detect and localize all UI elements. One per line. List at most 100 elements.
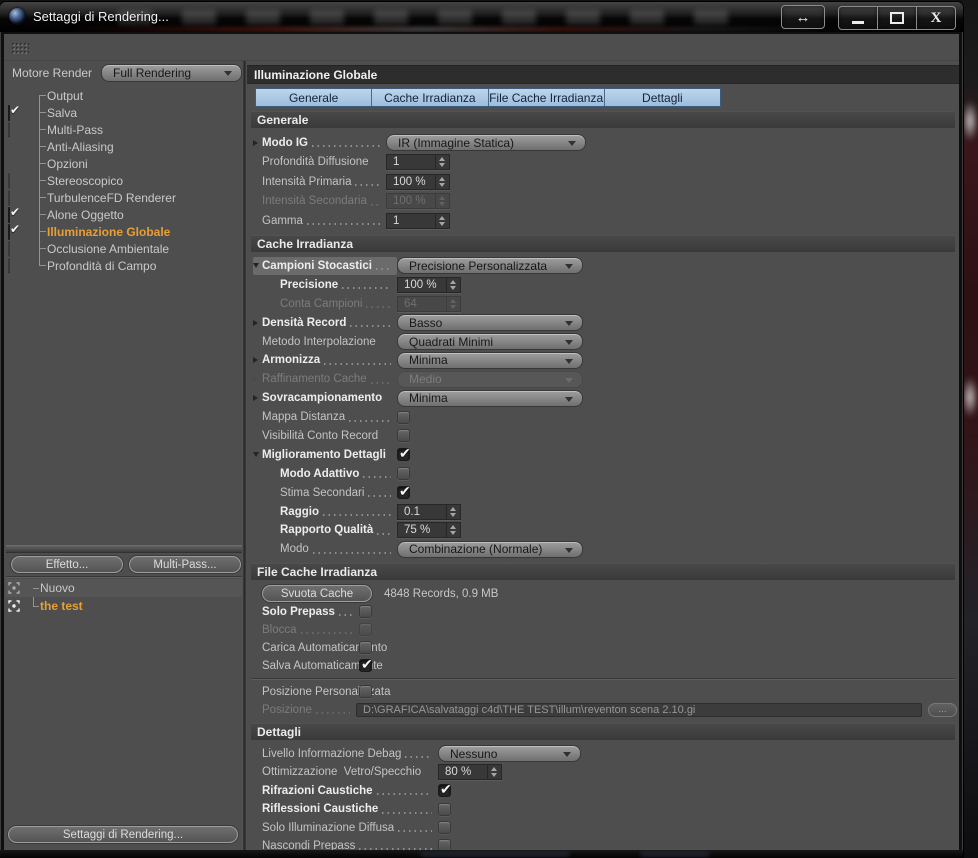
- enable-checkbox[interactable]: [8, 172, 10, 189]
- preset-label: Nuovo: [40, 581, 75, 595]
- spinner-intensit-primaria[interactable]: 100 %: [386, 173, 450, 190]
- attribute-row-visibilit-conto-record: Visibilità Conto Record: [247, 427, 959, 446]
- preset-list: Nuovo the test: [6, 576, 242, 823]
- spinner-arrows-icon[interactable]: [446, 504, 460, 519]
- tree-item-occlusione-ambientale[interactable]: Occlusione Ambientale: [6, 240, 242, 257]
- effect-button[interactable]: Effetto...: [11, 556, 123, 573]
- enable-checkbox[interactable]: [8, 240, 10, 257]
- tree-item-salva[interactable]: Salva: [6, 104, 242, 121]
- checkbox-visibilit-conto-record[interactable]: [397, 429, 410, 443]
- checkbox-posizione-personalizzata[interactable]: [359, 685, 372, 699]
- tree-item-opzioni[interactable]: Opzioni: [6, 155, 242, 172]
- checkbox-slot: [8, 223, 21, 240]
- section-header-cache[interactable]: Cache Irradianza: [251, 234, 955, 252]
- expander-icon[interactable]: [253, 319, 258, 326]
- multipass-button[interactable]: Multi-Pass...: [129, 556, 241, 573]
- checkbox-salva-automaticamente[interactable]: [359, 656, 373, 673]
- preset-item-the-test[interactable]: the test: [6, 597, 242, 615]
- enable-checkbox[interactable]: [8, 223, 10, 240]
- checkbox-slot: [8, 121, 21, 138]
- swap-layout-button[interactable]: ↔: [781, 5, 825, 29]
- checkbox-miglioramento-dettagli[interactable]: [397, 445, 411, 462]
- tab-generale[interactable]: Generale: [256, 89, 372, 106]
- minimize-button[interactable]: [838, 6, 878, 30]
- titlebar[interactable]: Settaggi di Rendering... ↔ X: [0, 2, 963, 32]
- spinner-raggio[interactable]: 0.1: [397, 503, 461, 520]
- spinner-profondit-diffusione[interactable]: 1: [386, 154, 450, 171]
- chevron-down-icon: [565, 358, 573, 364]
- close-button[interactable]: X: [917, 6, 956, 30]
- spinner-arrows-icon[interactable]: [446, 277, 460, 292]
- section-header-dettagli[interactable]: Dettagli: [251, 722, 955, 740]
- tree-item-multi-pass[interactable]: Multi-Pass: [6, 121, 242, 138]
- expander-icon[interactable]: [253, 263, 259, 269]
- dropdown-modo[interactable]: Combinazione (Normale): [397, 540, 583, 558]
- expander-icon[interactable]: [253, 395, 258, 402]
- spinner-arrows-icon[interactable]: [435, 213, 449, 228]
- checkbox-solo-illuminazione-diffusa[interactable]: [438, 821, 451, 834]
- dot-leader: [425, 775, 432, 777]
- spinner-precisione[interactable]: 100 %: [397, 276, 461, 293]
- svuota-cache-button[interactable]: Svuota Cache: [262, 585, 372, 603]
- enable-checkbox[interactable]: [8, 206, 10, 223]
- checkbox-solo-prepass[interactable]: [359, 605, 372, 619]
- section-header-generale[interactable]: Generale: [251, 111, 955, 128]
- tree-branch: [39, 231, 46, 232]
- enable-checkbox[interactable]: [8, 104, 10, 121]
- background-highlight: [962, 100, 978, 142]
- enable-checkbox[interactable]: [8, 121, 10, 138]
- dropdown-campioni-stocastici[interactable]: Precisione Personalizzata: [397, 257, 583, 275]
- dropdown-densit-record[interactable]: Basso: [397, 314, 583, 332]
- tab-cache-irradianza[interactable]: Cache Irradianza: [372, 89, 488, 106]
- section-header-file[interactable]: File Cache Irradianza: [251, 562, 955, 580]
- checkbox-riflessioni-caustiche[interactable]: [438, 802, 451, 816]
- attribute-row-modo-adattivo: Modo Adattivo: [247, 464, 959, 483]
- panel-splitter[interactable]: [6, 545, 242, 553]
- spinner-rapporto-qualit[interactable]: 75 %: [397, 522, 461, 539]
- expander-icon[interactable]: [253, 376, 258, 383]
- tree-item-profondit-di-campo[interactable]: Profondità di Campo: [6, 257, 242, 274]
- tab-dettagli[interactable]: Dettagli: [604, 89, 720, 106]
- chevron-down-icon: [224, 71, 232, 76]
- spinner-gamma[interactable]: 1: [386, 212, 450, 229]
- chevron-down-icon: [565, 396, 573, 402]
- checkbox-rifrazioni-caustiche[interactable]: [438, 781, 452, 798]
- tree-item-illuminazione-globale[interactable]: Illuminazione Globale: [6, 223, 242, 240]
- checkbox-carica-automaticamento[interactable]: [359, 641, 372, 655]
- spinner-arrows-icon[interactable]: [446, 523, 460, 538]
- palette-strip: [4, 34, 959, 61]
- dropdown-metodo-interpolazione[interactable]: Quadrati Minimi: [397, 333, 583, 350]
- checkbox-stima-secondari[interactable]: [397, 483, 411, 500]
- enable-checkbox[interactable]: [8, 189, 10, 206]
- maximize-button[interactable]: [878, 6, 917, 30]
- expander-icon[interactable]: [253, 139, 258, 146]
- field-label: Campioni Stocastici: [262, 259, 372, 272]
- tree-item-output[interactable]: Output: [6, 87, 242, 104]
- tree-item-anti-aliasing[interactable]: Anti-Aliasing: [6, 138, 242, 155]
- dropdown-armonizza[interactable]: Minima: [397, 351, 583, 369]
- tab-file-cache-irradianza[interactable]: File Cache Irradianza: [488, 89, 604, 106]
- spinner-ottimizzazione-vetro-specchio[interactable]: 80 %: [438, 764, 502, 781]
- engine-dropdown[interactable]: Full Rendering: [101, 64, 242, 82]
- enable-checkbox[interactable]: [8, 257, 10, 274]
- checkbox-nascondi-prepass[interactable]: [438, 839, 451, 850]
- spinner-arrows-icon[interactable]: [435, 174, 449, 189]
- tree-branch: [33, 606, 39, 607]
- checkbox-mappa-distanza[interactable]: [397, 410, 410, 424]
- palette-grip-icon[interactable]: [11, 42, 29, 55]
- render-settings-button[interactable]: Settaggi di Rendering...: [8, 826, 238, 843]
- tree-item-alone-oggetto[interactable]: Alone Oggetto: [6, 206, 242, 223]
- render-engine-row: Motore Render Full Rendering: [6, 61, 242, 85]
- spinner-arrows-icon[interactable]: [487, 765, 501, 780]
- dropdown-modo-ig[interactable]: IR (Immagine Statica): [386, 134, 586, 152]
- dropdown-sovracampionamento[interactable]: Minima: [397, 389, 583, 407]
- dropdown-livello-informazione-debag[interactable]: Nessuno: [438, 745, 581, 763]
- attribute-row-miglioramento-dettagli: Miglioramento Dettagli: [247, 445, 959, 464]
- tree-item-stereoscopico[interactable]: Stereoscopico: [6, 172, 242, 189]
- preset-item-nuovo[interactable]: Nuovo: [6, 579, 242, 597]
- expander-icon[interactable]: [253, 357, 258, 364]
- checkbox-modo-adattivo[interactable]: [397, 467, 410, 481]
- expander-icon[interactable]: [253, 452, 259, 458]
- tree-item-turbulencefd-renderer[interactable]: TurbulenceFD Renderer: [6, 189, 242, 206]
- spinner-arrows-icon[interactable]: [435, 155, 449, 170]
